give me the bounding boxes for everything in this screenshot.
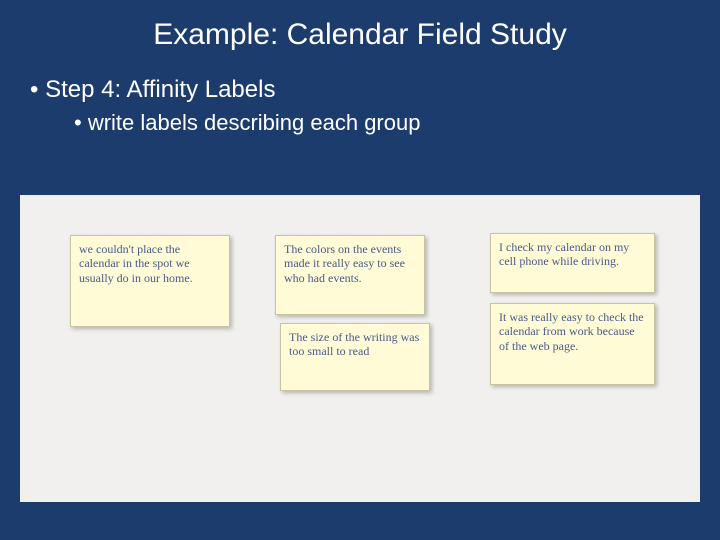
slide-title: Example: Calendar Field Study: [0, 0, 720, 66]
sticky-note: we couldn't place the calendar in the sp…: [70, 235, 230, 327]
bullet-sub: write labels describing each group: [0, 110, 720, 136]
notes-board: we couldn't place the calendar in the sp…: [20, 195, 700, 502]
sticky-note: The size of the writing was too small to…: [280, 323, 430, 391]
sticky-note: I check my calendar on my cell phone whi…: [490, 233, 655, 293]
sticky-note: It was really easy to check the calendar…: [490, 303, 655, 385]
bullet-step: Step 4: Affinity Labels: [0, 76, 720, 104]
sticky-note: The colors on the events made it really …: [275, 235, 425, 315]
